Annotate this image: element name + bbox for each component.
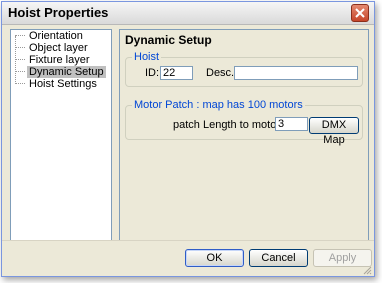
tree-item-label: Hoist Settings (29, 78, 97, 90)
patch-length-input[interactable] (275, 117, 308, 131)
hoist-properties-dialog: Hoist Properties Orientation Object laye… (1, 1, 375, 277)
tree-item-fixture-layer[interactable]: Fixture layer (15, 54, 92, 66)
tree-item-orientation[interactable]: Orientation (15, 30, 85, 42)
motor-patch-legend: Motor Patch : map has 100 motors (132, 99, 305, 111)
close-button[interactable] (351, 4, 369, 22)
resize-grip-icon[interactable] (362, 265, 372, 275)
hoist-group: Hoist ID: Desc.: (125, 51, 363, 87)
tree-item-hoist-settings[interactable]: Hoist Settings (15, 78, 99, 90)
tree-item-dynamic-setup[interactable]: Dynamic Setup (15, 66, 106, 78)
tree-item-label: Orientation (29, 30, 83, 42)
cancel-button[interactable]: Cancel (249, 249, 308, 267)
tree-item-label: Fixture layer (29, 54, 90, 66)
id-input[interactable] (160, 66, 193, 80)
close-icon (355, 8, 365, 18)
dmx-map-button[interactable]: DMX Map (309, 117, 359, 146)
window-title: Hoist Properties (8, 5, 109, 20)
desc-label: Desc.: (206, 67, 238, 79)
patch-length-label: patch Length to motor # (173, 119, 290, 131)
title-bar[interactable]: Hoist Properties (2, 2, 374, 25)
hoist-group-legend: Hoist (132, 51, 162, 63)
ok-button[interactable]: OK (185, 249, 244, 267)
category-tree[interactable]: Orientation Object layer Fixture layer D… (10, 29, 112, 241)
tree-item-label: Dynamic Setup (27, 66, 106, 78)
id-label: ID: (145, 67, 160, 79)
desc-input[interactable] (234, 66, 358, 80)
tree-item-object-layer[interactable]: Object layer (15, 42, 90, 54)
dynamic-setup-panel: Dynamic Setup Hoist ID: Desc.: Motor Pat… (119, 29, 369, 241)
tree-item-label: Object layer (29, 42, 88, 54)
panel-title: Dynamic Setup (125, 33, 212, 47)
dialog-footer: OK Cancel Apply (2, 240, 374, 276)
